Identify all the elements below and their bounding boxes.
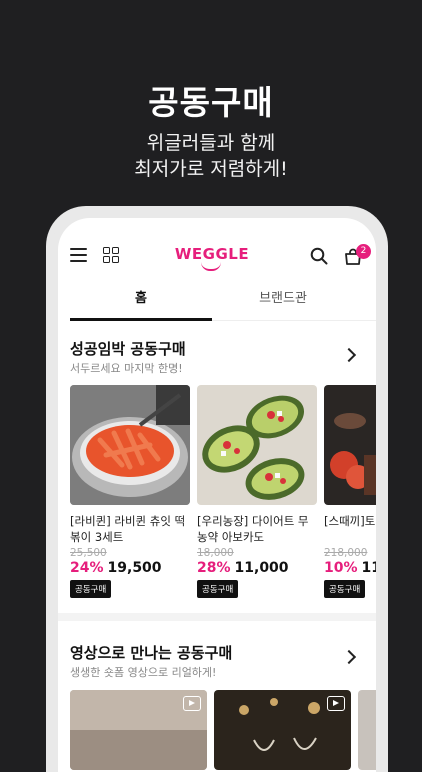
product-price-row: 10%11 bbox=[324, 560, 376, 576]
search-icon[interactable] bbox=[310, 247, 328, 265]
video-thumbnail[interactable] bbox=[358, 690, 376, 770]
video-section-title: 영상으로 만나는 공동구매 bbox=[70, 644, 233, 662]
cart-count-badge: 2 bbox=[356, 244, 371, 259]
product-name: [라비퀸] 라비퀸 츄잇 떡볶이 3세트 bbox=[70, 514, 186, 544]
deadline-section-subtitle: 서두르세요 마지막 한명! bbox=[70, 362, 183, 375]
app-screen: WEGGLE 2 홈 브랜드관 성공임박 공동구매 서두르세요 마지막 한명! bbox=[58, 218, 376, 772]
chevron-right-icon[interactable] bbox=[341, 347, 357, 363]
video-play-icon bbox=[327, 696, 345, 711]
product-original-price: 25,500 bbox=[70, 547, 107, 559]
group-buy-tag: 공동구매 bbox=[324, 580, 366, 598]
group-buy-tag: 공동구매 bbox=[197, 580, 239, 598]
product-card[interactable]: [스때끼]토 립 2종 세 218,000 10%11 공동구매 bbox=[324, 385, 376, 598]
product-name: [우리농장] 다이어트 무농약 아보카도 bbox=[197, 514, 309, 544]
weggle-logo[interactable]: WEGGLE bbox=[168, 245, 256, 263]
product-discount: 10% bbox=[324, 560, 358, 576]
video-thumbnail[interactable] bbox=[214, 690, 351, 770]
menu-icon[interactable] bbox=[70, 248, 87, 262]
product-original-price: 218,000 bbox=[324, 547, 368, 559]
tab-brand[interactable]: 브랜드관 bbox=[212, 284, 354, 320]
video-list bbox=[70, 690, 376, 770]
video-section-subtitle: 생생한 숏폼 영상으로 리얼하게! bbox=[70, 666, 217, 679]
product-card[interactable]: [우리농장] 다이어트 무농약 아보카도 18,000 28% 11,000 공동… bbox=[197, 385, 317, 598]
product-image-tteokbokki bbox=[70, 385, 190, 505]
promo-subtitle-line2: 최저가로 저렴하게! bbox=[134, 158, 288, 180]
phone-frame: WEGGLE 2 홈 브랜드관 성공임박 공동구매 서두르세요 마지막 한명! bbox=[46, 206, 388, 772]
product-price: 19,500 bbox=[107, 560, 162, 576]
product-price-row: 24% 19,500 bbox=[70, 560, 190, 576]
deadline-product-list: [라비퀸] 라비퀸 츄잇 떡볶이 3세트 25,500 24% 19,500 공동… bbox=[70, 385, 376, 605]
chevron-right-icon[interactable] bbox=[341, 649, 357, 665]
product-price: 11,000 bbox=[234, 560, 289, 576]
app-header: WEGGLE 2 bbox=[58, 218, 376, 284]
promo-subtitle-line1: 위글러들과 함께 bbox=[146, 132, 276, 154]
video-thumbnail[interactable] bbox=[70, 690, 207, 770]
group-buy-tag: 공동구매 bbox=[70, 580, 112, 598]
product-original-price: 18,000 bbox=[197, 547, 234, 559]
deadline-section-title: 성공임박 공동구매 bbox=[70, 340, 186, 358]
video-play-icon bbox=[183, 696, 201, 711]
product-image-ribs bbox=[324, 385, 376, 505]
product-name: [스때끼]토 립 2종 세 bbox=[324, 514, 376, 528]
product-card[interactable]: [라비퀸] 라비퀸 츄잇 떡볶이 3세트 25,500 24% 19,500 공동… bbox=[70, 385, 190, 598]
logo-smile-mark bbox=[201, 262, 221, 271]
tab-home[interactable]: 홈 bbox=[70, 284, 212, 321]
product-discount: 28% bbox=[197, 560, 231, 576]
section-divider bbox=[58, 613, 376, 621]
product-price: 11 bbox=[361, 560, 376, 576]
category-grid-icon[interactable] bbox=[103, 247, 119, 263]
product-price-row: 28% 11,000 bbox=[197, 560, 317, 576]
promo-title: 공동구매 bbox=[148, 83, 274, 122]
main-tabs: 홈 브랜드관 bbox=[70, 284, 376, 321]
product-discount: 24% bbox=[70, 560, 104, 576]
product-image-avocado bbox=[197, 385, 317, 505]
